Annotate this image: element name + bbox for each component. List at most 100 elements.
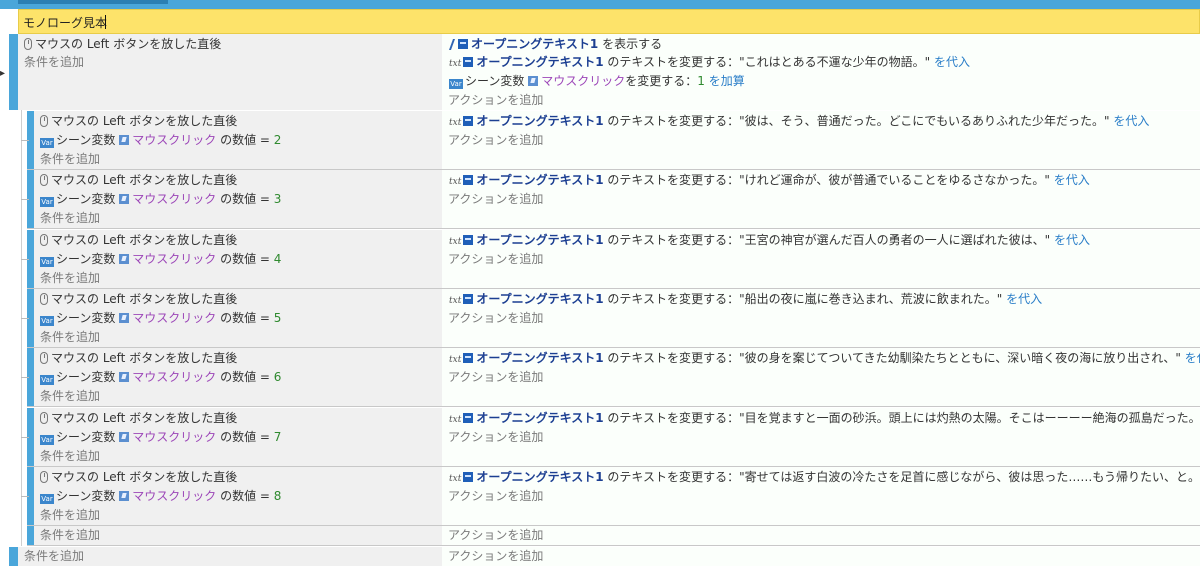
variable-icon: Var	[40, 494, 54, 504]
mouse-icon	[40, 115, 48, 127]
comment-event[interactable]: モノローグ見本	[18, 9, 1200, 34]
event-bar[interactable]	[9, 34, 18, 110]
comment-text[interactable]: モノローグ見本	[23, 14, 107, 31]
add-action-link[interactable]: アクションを追加	[448, 487, 543, 506]
compare-text: の数値 =	[220, 252, 270, 266]
text-value: "けれど運命が、彼が普通でいることをゆるさなかった。"	[739, 173, 1050, 187]
condition-mouse-released[interactable]: マウスの Left ボタンを放した直後	[40, 290, 237, 309]
add-action-link[interactable]: アクションを追加	[448, 547, 543, 566]
condition-text: マウスの Left ボタンを放した直後	[35, 37, 222, 51]
operator-link[interactable]: を加算	[709, 74, 745, 88]
event-bar[interactable]	[9, 547, 18, 566]
condition-mouse-released[interactable]: マウスの Left ボタンを放した直後	[24, 35, 221, 54]
object-name: オープニングテキスト1	[476, 173, 604, 187]
mouse-icon	[40, 234, 48, 246]
empty-sub-event-actions	[442, 526, 1200, 545]
operator-link[interactable]: を代入	[1006, 292, 1042, 306]
add-action-link[interactable]: アクションを追加	[448, 131, 543, 150]
text-value: "彼の身を案じてついてきた幼馴染たちとともに、深い暗く夜の海に放り出され、"	[739, 351, 1181, 365]
empty-event-actions	[442, 547, 1200, 566]
object-name: オープニングテキスト1	[476, 233, 604, 247]
add-condition-link[interactable]: 条件を追加	[40, 150, 100, 169]
condition-mouse-released[interactable]: マウスの Left ボタンを放した直後	[40, 171, 237, 190]
variable-icon: Var	[40, 138, 54, 148]
object-name: オープニングテキスト1	[476, 292, 604, 306]
add-condition-link[interactable]: 条件を追加	[40, 387, 100, 406]
condition-text: マウスの Left ボタンを放した直後	[51, 292, 238, 306]
action-change-text[interactable]: txt オープニングテキスト1 のテキストを変更する："彼の身を案じてついてきた幼…	[449, 349, 1200, 368]
add-action-link[interactable]: アクションを追加	[448, 91, 543, 110]
variable-value: 1	[697, 74, 705, 88]
action-change-text[interactable]: txt オープニングテキスト1 のテキストを変更する："けれど運命が、彼が普通でい…	[449, 171, 1090, 190]
text-object-icon	[463, 57, 474, 67]
operator-link[interactable]: を代入	[934, 55, 970, 69]
tree-tick	[21, 377, 29, 378]
action-verb: のテキストを変更する：	[607, 173, 740, 187]
operator-link[interactable]: を代入	[1185, 351, 1200, 365]
condition-compare-variable[interactable]: Var シーン変数 マウスクリック の数値 = 8	[40, 487, 281, 506]
text-value: "船出の夜に嵐に巻き込まれ、荒波に飲まれた。"	[739, 292, 1003, 306]
condition-compare-variable[interactable]: Var シーン変数 マウスクリック の数値 = 4	[40, 250, 281, 269]
action-change-text[interactable]: txt オープニングテキスト1 のテキストを変更する："彼は、そう、普通だった。ど…	[449, 112, 1149, 131]
add-condition-link[interactable]: 条件を追加	[24, 547, 84, 566]
tree-tick	[21, 437, 29, 438]
compare-value: 6	[273, 370, 282, 384]
add-action-link[interactable]: アクションを追加	[448, 526, 543, 545]
tree-tick	[21, 140, 29, 141]
action-change-text[interactable]: txt オープニングテキスト1 のテキストを変更する："目を覚ますと一面の砂浜。頭…	[449, 409, 1200, 428]
add-condition-link[interactable]: 条件を追加	[40, 526, 100, 545]
condition-text: マウスの Left ボタンを放した直後	[51, 114, 238, 128]
condition-mouse-released[interactable]: マウスの Left ボタンを放した直後	[40, 112, 237, 131]
variable-name: マウスクリック	[132, 133, 217, 147]
object-name: オープニングテキスト1	[476, 470, 604, 484]
compare-text: の数値 =	[220, 311, 270, 325]
add-condition-link[interactable]: 条件を追加	[40, 209, 100, 228]
action-change-text[interactable]: txt オープニングテキスト1 のテキストを変更する："船出の夜に嵐に巻き込まれ、…	[449, 290, 1042, 309]
action-change-text[interactable]: txt オープニングテキスト1 のテキストを変更する："王宮の神官が選んだ百人の勇…	[449, 231, 1090, 250]
add-action-link[interactable]: アクションを追加	[448, 309, 543, 328]
scene-var-label: シーン変数	[56, 192, 116, 206]
show-object-icon	[449, 39, 455, 50]
condition-text: マウスの Left ボタンを放した直後	[51, 173, 238, 187]
condition-text: マウスの Left ボタンを放した直後	[51, 233, 238, 247]
condition-compare-variable[interactable]: Var シーン変数 マウスクリック の数値 = 5	[40, 309, 281, 328]
action-verb: のテキストを変更する：	[607, 411, 740, 425]
condition-mouse-released[interactable]: マウスの Left ボタンを放した直後	[40, 468, 237, 487]
operator-link[interactable]: を代入	[1054, 173, 1090, 187]
object-name: オープニングテキスト1	[476, 55, 604, 69]
add-action-link[interactable]: アクションを追加	[448, 190, 543, 209]
action-verb: のテキストを変更する：	[607, 351, 740, 365]
mouse-icon	[40, 174, 48, 186]
condition-mouse-released[interactable]: マウスの Left ボタンを放した直後	[40, 349, 237, 368]
add-action-link[interactable]: アクションを追加	[448, 250, 543, 269]
condition-mouse-released[interactable]: マウスの Left ボタンを放した直後	[40, 231, 237, 250]
click-variable-icon	[119, 194, 130, 204]
add-condition-link[interactable]: 条件を追加	[40, 447, 100, 466]
add-condition-link[interactable]: 条件を追加	[24, 53, 84, 72]
sub-event-tree-line	[21, 110, 22, 546]
empty-sub-event-bar[interactable]	[27, 526, 34, 545]
action-show-object[interactable]: オープニングテキスト1 を表示する	[449, 35, 662, 54]
action-verb: のテキストを変更する：	[607, 292, 740, 306]
condition-compare-variable[interactable]: Var シーン変数 マウスクリック の数値 = 7	[40, 428, 281, 447]
add-action-link[interactable]: アクションを追加	[448, 428, 543, 447]
click-variable-icon	[528, 76, 539, 86]
add-condition-link[interactable]: 条件を追加	[40, 506, 100, 525]
operator-link[interactable]: を代入	[1054, 233, 1090, 247]
condition-compare-variable[interactable]: Var シーン変数 マウスクリック の数値 = 6	[40, 368, 281, 387]
action-change-variable[interactable]: Var シーン変数 マウスクリックを変更する：1 を加算	[449, 72, 745, 91]
add-condition-link[interactable]: 条件を追加	[40, 328, 100, 347]
compare-value: 8	[273, 489, 282, 503]
condition-compare-variable[interactable]: Var シーン変数 マウスクリック の数値 = 3	[40, 190, 281, 209]
action-change-text[interactable]: txt オープニングテキスト1 のテキストを変更する："これはとある不運な少年の物…	[449, 53, 970, 72]
add-condition-link[interactable]: 条件を追加	[40, 269, 100, 288]
action-change-text[interactable]: txt オープニングテキスト1 のテキストを変更する："寄せては返す白波の冷たさを…	[449, 468, 1200, 487]
collapse-arrow-icon[interactable]: ▸	[0, 68, 5, 79]
object-name: オープニングテキスト1	[476, 114, 604, 128]
compare-value: 2	[273, 133, 282, 147]
text-caret	[105, 15, 106, 29]
add-action-link[interactable]: アクションを追加	[448, 368, 543, 387]
condition-compare-variable[interactable]: Var シーン変数 マウスクリック の数値 = 2	[40, 131, 281, 150]
operator-link[interactable]: を代入	[1113, 114, 1149, 128]
condition-mouse-released[interactable]: マウスの Left ボタンを放した直後	[40, 409, 237, 428]
